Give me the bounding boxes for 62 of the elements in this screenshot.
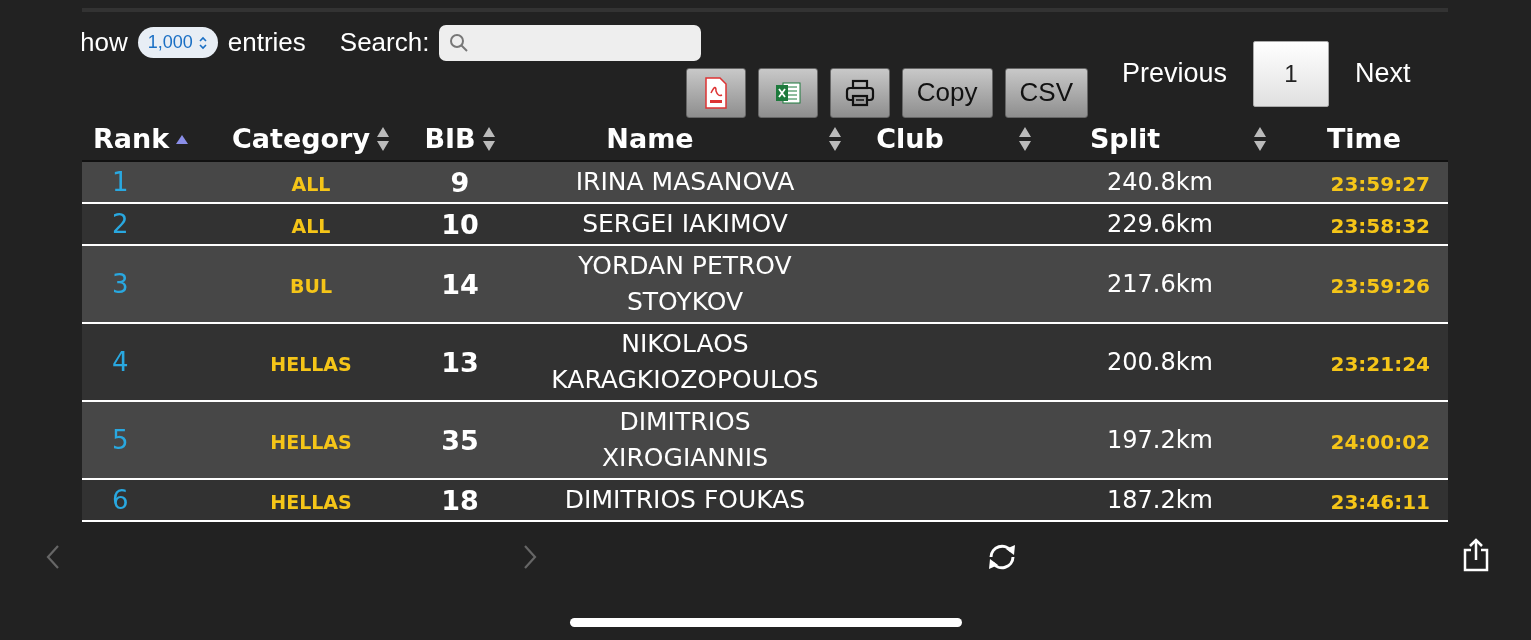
next-button[interactable]: Next (1355, 58, 1411, 90)
name-cell-text: IRINA MASANOVA (575, 166, 795, 198)
column-header[interactable]: Split (1089, 123, 1161, 155)
page-button[interactable]: 1 (1253, 40, 1330, 107)
rank-cell: 1 (112, 167, 129, 197)
excel-button[interactable] (757, 67, 818, 118)
split-cell: 229.6km (1107, 210, 1213, 238)
search-icon (449, 32, 470, 53)
time-cell-text: 24:00:02 (1330, 429, 1430, 454)
search-label: Search: (339, 27, 430, 59)
split-cell: 217.6km (1107, 270, 1213, 298)
print-button[interactable] (829, 67, 890, 118)
column-header[interactable]: Time (1326, 123, 1402, 155)
printer-icon (844, 78, 875, 107)
search-field[interactable] (439, 24, 702, 61)
export-button[interactable]: Copy (901, 67, 993, 118)
column-header[interactable]: Category (231, 123, 370, 155)
bib-cell: 35 (441, 424, 479, 456)
category-cell-text: HELLAS (270, 352, 352, 375)
bib-cell: 9 (450, 166, 470, 198)
time-cell-text: 23:58:32 (1330, 213, 1430, 238)
column-header[interactable]: Name (606, 123, 694, 155)
name-cell-text: NIKOLAOS KARAGKIOZOPOULOS (550, 328, 820, 396)
column-header[interactable]: Club (876, 123, 944, 155)
rank-cell: 5 (112, 425, 129, 455)
pdf-file-icon (703, 76, 728, 109)
bib-cell: 10 (441, 208, 479, 240)
previous-button[interactable]: Previous (1122, 58, 1228, 90)
time-cell-text: 23:21:24 (1330, 351, 1430, 376)
category-cell-text: ALL (291, 172, 331, 195)
split-cell: 240.8km (1107, 168, 1213, 196)
show-label: how (82, 27, 128, 59)
chevron-up-down-icon (197, 35, 208, 50)
entries-select[interactable]: 1,000 (137, 27, 218, 59)
export-button[interactable]: CSV (1004, 67, 1088, 118)
bib-cell: 14 (441, 268, 479, 300)
category-cell-text: ALL (291, 214, 331, 237)
rank-cell: 3 (112, 269, 129, 299)
time-cell-text: 23:59:26 (1330, 273, 1430, 298)
column-header[interactable]: Rank (93, 123, 170, 155)
name-cell-text: YORDAN PETROV STOYKOV (577, 250, 793, 318)
pdf-button[interactable] (685, 67, 746, 118)
time-cell-text: 23:59:27 (1330, 171, 1430, 196)
name-cell-text: DIMITRIOS FOUKAS (564, 484, 806, 516)
name-cell-text: DIMITRIOS XIROGIANNIS (600, 406, 769, 474)
category-cell-text: HELLAS (270, 430, 352, 453)
bib-cell: 13 (441, 346, 479, 378)
spreadsheet-icon (774, 81, 801, 104)
entries-label: entries (227, 27, 306, 59)
bib-cell: 18 (441, 484, 479, 516)
share-icon[interactable] (1462, 538, 1490, 572)
split-cell: 197.2km (1107, 426, 1213, 454)
column-header[interactable]: BIB (424, 123, 476, 155)
category-cell-text: BUL (290, 274, 332, 297)
name-cell-text: SERGEI IAKIMOV (582, 208, 788, 240)
split-cell: 200.8km (1107, 348, 1213, 376)
time-cell-text: 23:46:11 (1330, 489, 1430, 514)
category-cell-text: HELLAS (270, 490, 352, 513)
rank-cell: 2 (112, 209, 129, 239)
rank-cell: 6 (112, 485, 129, 515)
rank-cell: 4 (112, 347, 129, 377)
split-cell: 187.2km (1107, 486, 1213, 514)
